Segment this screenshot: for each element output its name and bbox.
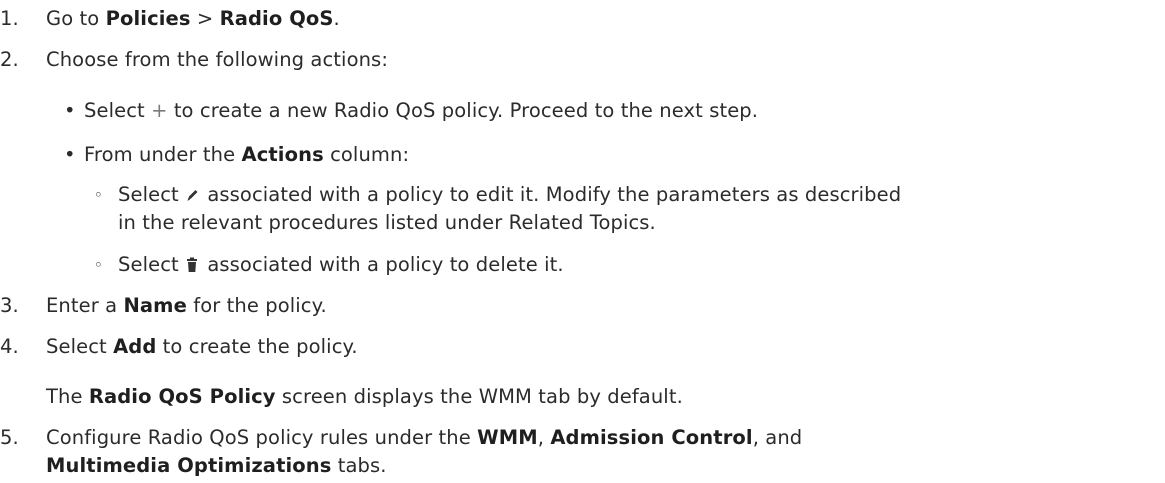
substep-text-rest: associated with a policy to edit it. Mod… [201, 183, 902, 206]
edit-pencil-icon [187, 190, 198, 201]
option-text-rest: to create a new Radio QoS policy. Procee… [167, 99, 759, 122]
actions-label: Actions [241, 143, 324, 166]
step-text-rest: to create the policy. [156, 335, 358, 358]
period: . [333, 7, 340, 30]
step-text: Configure Radio QoS policy rules under t… [46, 426, 478, 449]
circle-bullet: ◦ [94, 186, 103, 204]
substep-text-rest: associated with a policy to delete it. [201, 253, 564, 276]
option-text-rest: column: [323, 143, 410, 166]
comma: , [537, 426, 551, 449]
step-text: Select [46, 335, 114, 358]
substep-text: Select [118, 183, 186, 206]
name-label: Name [123, 294, 187, 317]
step-text: Go to [46, 7, 106, 30]
step-number: 3. [0, 294, 19, 317]
trash-icon [187, 257, 198, 272]
admission-control-label: Admission Control [550, 426, 753, 449]
bullet: • [64, 143, 76, 166]
note-text: The [46, 385, 89, 408]
wmm-label: WMM [477, 426, 538, 449]
step-number: 2. [0, 48, 19, 71]
step-text-rest: tabs. [331, 454, 387, 477]
substep-text-cont: in the relevant procedures listed under … [118, 211, 656, 234]
step-number: 4. [0, 335, 19, 358]
bullet: • [64, 99, 76, 122]
policies-label: Policies [105, 7, 191, 30]
substep-text: Select [118, 253, 186, 276]
step-text-rest: for the policy. [186, 294, 327, 317]
radio-qos-policy-label: Radio QoS Policy [88, 385, 276, 408]
add-label: Add [113, 335, 157, 358]
step-number: 5. [0, 426, 19, 449]
multimedia-optimizations-label: Multimedia Optimizations [46, 454, 332, 477]
step-text: Choose from the following actions: [46, 48, 388, 71]
step-number: 1. [0, 7, 19, 30]
step-text: Enter a [46, 294, 124, 317]
note-text-rest: screen displays the WMM tab by default. [275, 385, 683, 408]
radio-qos-label: Radio QoS [219, 7, 334, 30]
option-text: From under the [84, 143, 242, 166]
separator: > [190, 7, 220, 30]
circle-bullet: ◦ [94, 256, 103, 274]
procedure-steps: 1. Go to Policies > Radio QoS. 2. Choose… [0, 0, 1165, 483]
plus-icon: + [151, 99, 168, 122]
option-text: Select [84, 99, 152, 122]
step-text-rest: , and [752, 426, 803, 449]
